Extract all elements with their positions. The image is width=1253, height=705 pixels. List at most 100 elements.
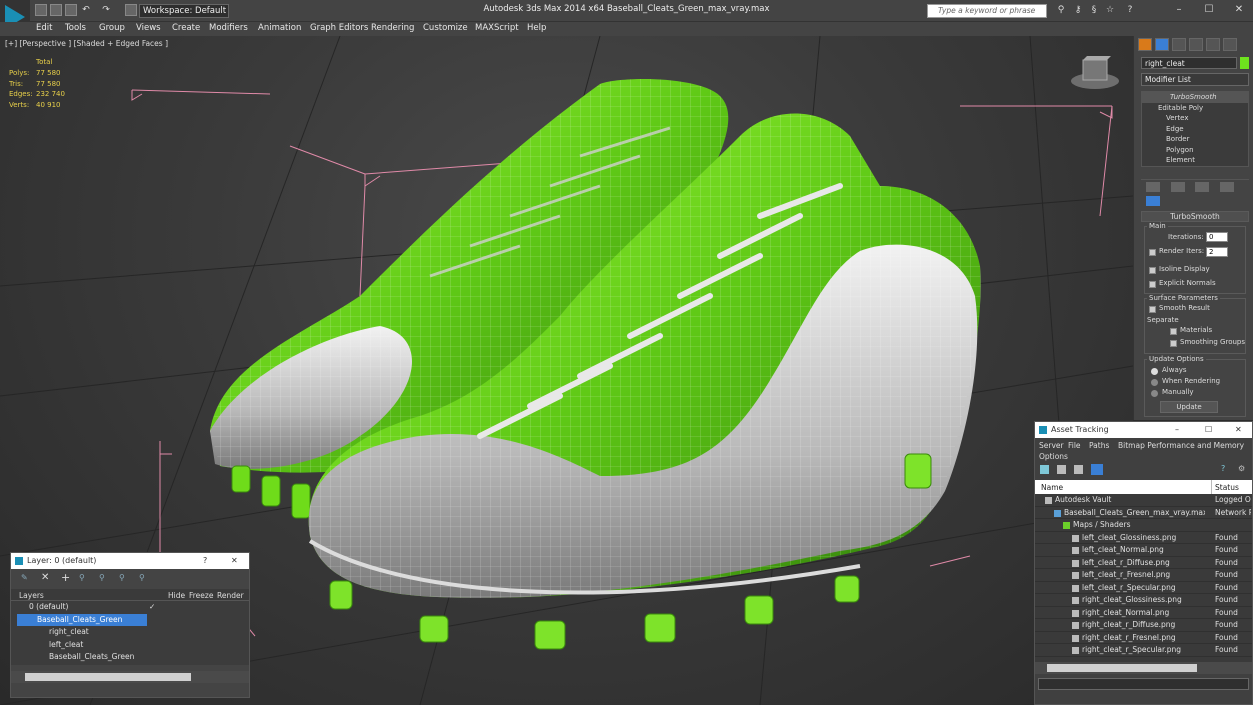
asset-row[interactable]: Autodesk Vault Logged Ou (1035, 494, 1252, 507)
stack-turbosmooth[interactable]: TurboSmooth (1142, 92, 1248, 103)
asset-row[interactable]: left_cleat_Normal.png Found (1035, 544, 1252, 557)
asset-menu-server[interactable]: Server (1039, 441, 1064, 450)
hierarchy-tab-icon[interactable] (1172, 38, 1186, 51)
modifier-stack[interactable]: TurboSmooth Editable Poly Vertex Edge Bo… (1141, 91, 1249, 167)
menu-modifiers[interactable]: Modifiers (209, 22, 248, 36)
layer-scrollbar[interactable] (11, 671, 249, 683)
menu-graph-editors[interactable]: Graph Editors (310, 22, 368, 36)
asset-row[interactable]: right_cleat_r_Diffuse.png Found (1035, 619, 1252, 632)
hide-all-icon[interactable]: ⚲ (119, 573, 125, 582)
asset-row[interactable]: left_cleat_r_Diffuse.png Found (1035, 557, 1252, 569)
col-layers[interactable]: Layers (19, 591, 44, 600)
stack-polygon[interactable]: Polygon (1142, 145, 1248, 156)
menu-views[interactable]: Views (136, 22, 161, 36)
menu-edit[interactable]: Edit (36, 22, 52, 36)
table-view-icon[interactable] (1074, 465, 1083, 474)
col-hide[interactable]: Hide (168, 591, 185, 600)
modify-tab-icon[interactable] (1155, 38, 1169, 51)
refresh-icon[interactable] (1040, 465, 1049, 474)
scrollbar-thumb[interactable] (25, 673, 191, 681)
exchange-icon[interactable]: § (1088, 5, 1100, 16)
asset-menu-bitmap[interactable]: Bitmap Performance and Memory (1118, 441, 1244, 450)
layer-row[interactable]: right_cleat (11, 626, 249, 639)
asset-window-title[interactable]: Asset Tracking – ☐ ✕ (1035, 422, 1252, 438)
object-color-swatch[interactable] (1240, 57, 1249, 69)
asset-menu-paths[interactable]: Paths (1089, 441, 1109, 450)
layer-row-selected[interactable]: Baseball_Cleats_Green (17, 613, 147, 626)
asset-row[interactable]: right_cleat_Glossiness.png Found (1035, 594, 1252, 607)
make-unique-icon[interactable] (1195, 182, 1210, 192)
manually-radio[interactable] (1151, 390, 1158, 397)
asset-row[interactable]: right_cleat_r_Fresnel.png Found (1035, 632, 1252, 644)
modifier-list-dropdown[interactable]: Modifier List (1141, 73, 1249, 86)
render-iters-spinner[interactable]: 2 (1206, 247, 1228, 257)
viewport-label[interactable]: [+] [Perspective ] [Shaded + Edged Faces… (5, 39, 168, 48)
menu-maxscript[interactable]: MAXScript (475, 22, 519, 36)
layer-window-title[interactable]: Layer: 0 (default) ? ✕ (11, 553, 249, 569)
key-icon[interactable]: ⚷ (1072, 5, 1084, 16)
update-button[interactable]: Update (1160, 401, 1218, 413)
favorites-icon[interactable]: ☆ (1104, 5, 1116, 16)
pin-stack-icon[interactable] (1146, 182, 1160, 192)
column-divider[interactable] (1211, 480, 1212, 494)
render-iters-checkbox[interactable] (1149, 249, 1156, 256)
asset-scrollbar[interactable] (1035, 662, 1252, 674)
configure-sets-icon[interactable] (1146, 196, 1160, 206)
asset-row[interactable]: Maps / Shaders (1035, 519, 1252, 532)
add-to-layer-icon[interactable]: + (61, 571, 70, 584)
materials-checkbox[interactable] (1170, 328, 1177, 335)
search-input[interactable]: Type a keyword or phrase (927, 4, 1047, 18)
menu-help[interactable]: Help (527, 22, 546, 36)
scrollbar-thumb[interactable] (1047, 664, 1197, 672)
delete-layer-icon[interactable]: ✕ (41, 572, 49, 583)
smoothing-groups-checkbox[interactable] (1170, 340, 1177, 347)
asset-path-field[interactable] (1038, 678, 1249, 690)
asset-row[interactable]: left_cleat_Glossiness.png Found (1035, 532, 1252, 544)
layer-row[interactable]: left_cleat (11, 639, 249, 652)
asset-row[interactable]: right_cleat_Normal.png Found (1035, 607, 1252, 619)
layer-row[interactable]: 0 (default) ✓ (11, 601, 249, 614)
stack-edge[interactable]: Edge (1142, 124, 1248, 135)
layer-row[interactable]: Baseball_Cleats_Green (11, 651, 249, 664)
select-objects-icon[interactable]: ⚲ (79, 573, 85, 582)
menu-animation[interactable]: Animation (258, 22, 301, 36)
grid-view-icon[interactable] (1091, 464, 1103, 475)
list-view-icon[interactable] (1057, 465, 1066, 474)
turbosmooth-rollout[interactable]: TurboSmooth (1141, 211, 1249, 222)
remove-modifier-icon[interactable] (1219, 182, 1234, 192)
col-render[interactable]: Render (217, 591, 244, 600)
isoline-checkbox[interactable] (1149, 267, 1156, 274)
stack-editable-poly[interactable]: Editable Poly (1142, 103, 1248, 114)
smooth-result-checkbox[interactable] (1149, 306, 1156, 313)
menu-tools[interactable]: Tools (65, 22, 86, 36)
asset-close-button[interactable]: ✕ (1235, 422, 1242, 438)
close-button[interactable]: ✕ (1225, 2, 1253, 20)
layer-close-button[interactable]: ✕ (231, 553, 238, 569)
asset-row[interactable]: left_cleat_r_Fresnel.png Found (1035, 569, 1252, 582)
show-end-result-icon[interactable] (1170, 182, 1185, 192)
object-name-field[interactable]: right_cleat (1141, 57, 1237, 69)
layer-help-button[interactable]: ? (203, 553, 207, 569)
menu-create[interactable]: Create (172, 22, 200, 36)
asset-menu-file[interactable]: File (1068, 441, 1081, 450)
settings-icon[interactable]: ⚙ (1238, 464, 1245, 473)
asset-minimize-button[interactable]: – (1175, 422, 1179, 438)
freeze-all-icon[interactable]: ⚲ (139, 573, 145, 582)
asset-row[interactable]: right_cleat_r_Specular.png Found (1035, 644, 1252, 657)
menu-customize[interactable]: Customize (423, 22, 468, 36)
stack-vertex[interactable]: Vertex (1142, 113, 1248, 124)
stack-element[interactable]: Element (1142, 155, 1248, 166)
help-icon[interactable]: ? (1124, 5, 1136, 16)
create-layer-icon[interactable]: ✎ (21, 573, 28, 582)
binoculars-icon[interactable]: ⚲ (1055, 5, 1067, 16)
iterations-spinner[interactable]: 0 (1206, 232, 1228, 242)
col-freeze[interactable]: Freeze (189, 591, 213, 600)
col-name[interactable]: Name (1041, 483, 1063, 492)
when-rendering-radio[interactable] (1151, 379, 1158, 386)
maximize-button[interactable]: ☐ (1195, 2, 1223, 20)
highlight-layer-icon[interactable]: ⚲ (99, 573, 105, 582)
asset-maximize-button[interactable]: ☐ (1205, 422, 1212, 438)
motion-tab-icon[interactable] (1189, 38, 1203, 51)
col-status[interactable]: Status (1215, 483, 1239, 492)
help-icon[interactable]: ? (1221, 464, 1225, 473)
